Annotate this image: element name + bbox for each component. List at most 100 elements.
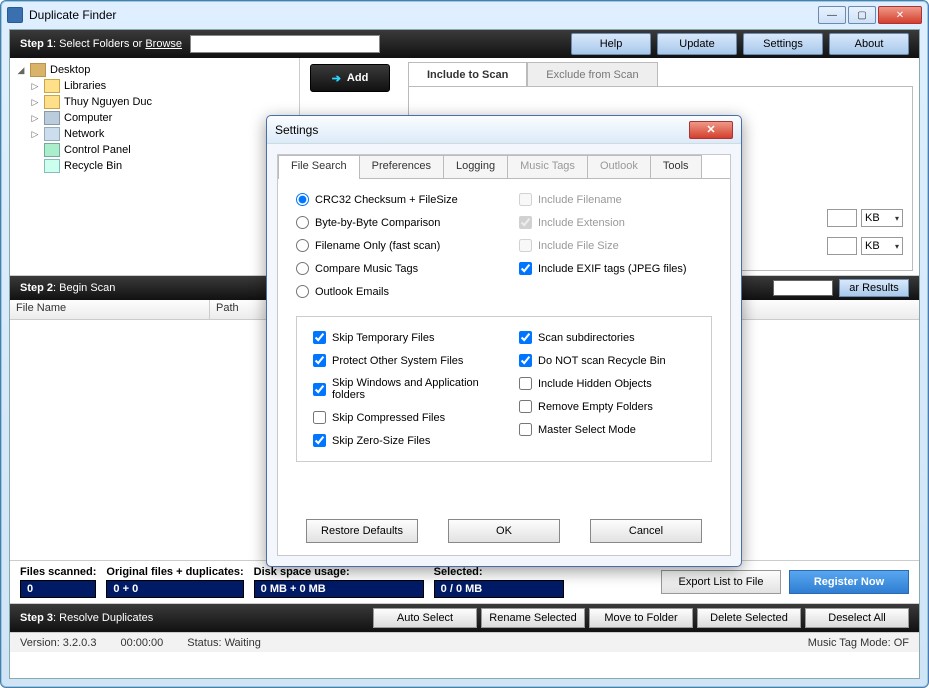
size-min-unit[interactable]: KB [861, 209, 903, 227]
stat-sel-value: 0 / 0 MB [434, 580, 564, 598]
folder-tree[interactable]: ◢Desktop ▷Libraries ▷Thuy Nguyen Duc ▷Co… [10, 58, 300, 275]
stat-scanned-value: 0 [20, 580, 96, 598]
main-window: Duplicate Finder — ▢ ✕ Step 1: Select Fo… [0, 0, 929, 688]
check-remove-empty[interactable]: Remove Empty Folders [519, 400, 695, 413]
control-panel-icon [44, 143, 60, 157]
browse-link[interactable]: Browse [145, 38, 182, 50]
app-title: Duplicate Finder [29, 8, 116, 22]
auto-select-button[interactable]: Auto Select [373, 608, 477, 628]
dialog-tabs: File Search Preferences Logging Music Ta… [278, 155, 730, 179]
dialog-content: CRC32 Checksum + FileSize Byte-by-Byte C… [278, 178, 730, 555]
move-to-folder-button[interactable]: Move to Folder [589, 608, 693, 628]
recycle-bin-icon [44, 159, 60, 173]
close-button[interactable]: ✕ [878, 6, 922, 24]
add-folder-button[interactable]: Add [310, 64, 390, 92]
ok-button[interactable]: OK [448, 519, 560, 543]
scan-progress-box [773, 280, 833, 296]
status-time: 00:00:00 [120, 637, 163, 649]
status-state: Status: Waiting [187, 637, 261, 649]
col-filename[interactable]: File Name [10, 300, 210, 319]
check-master-select[interactable]: Master Select Mode [519, 423, 695, 436]
tab-file-search[interactable]: File Search [278, 155, 360, 179]
restore-defaults-button[interactable]: Restore Defaults [306, 519, 418, 543]
cancel-button[interactable]: Cancel [590, 519, 702, 543]
deselect-all-button[interactable]: Deselect All [805, 608, 909, 628]
tab-tools[interactable]: Tools [650, 155, 702, 179]
check-hidden[interactable]: Include Hidden Objects [519, 377, 695, 390]
dialog-title: Settings [275, 123, 318, 137]
tree-item-user[interactable]: ▷Thuy Nguyen Duc [30, 94, 293, 110]
tree-item-libraries[interactable]: ▷Libraries [30, 78, 293, 94]
tab-preferences[interactable]: Preferences [359, 155, 444, 179]
step3-bar: Step 3: Resolve Duplicates Auto Select R… [10, 604, 919, 632]
tab-logging[interactable]: Logging [443, 155, 508, 179]
tree-item-computer[interactable]: ▷Computer [30, 110, 293, 126]
tab-exclude-scan[interactable]: Exclude from Scan [527, 62, 657, 88]
tree-item-recycle-bin[interactable]: Recycle Bin [30, 158, 293, 174]
rename-selected-button[interactable]: Rename Selected [481, 608, 585, 628]
settings-button[interactable]: Settings [743, 33, 823, 55]
check-skip-windows[interactable]: Skip Windows and Application folders [313, 377, 489, 401]
folder-icon [44, 95, 60, 109]
folder-icon [44, 79, 60, 93]
tree-item-control-panel[interactable]: Control Panel [30, 142, 293, 158]
step1-label: Step 1: Select Folders or Browse [20, 38, 182, 50]
help-button[interactable]: Help [571, 33, 651, 55]
check-no-recycle[interactable]: Do NOT scan Recycle Bin [519, 354, 695, 367]
dialog-body: File Search Preferences Logging Music Ta… [277, 154, 731, 556]
status-version: Version: 3.2.0.3 [20, 637, 96, 649]
settings-dialog: Settings ✕ File Search Preferences Loggi… [266, 115, 742, 567]
check-protect-system[interactable]: Protect Other System Files [313, 354, 489, 367]
check-include-filesize[interactable]: Include File Size [519, 239, 712, 252]
tree-root[interactable]: ◢Desktop [16, 62, 293, 78]
radio-outlook[interactable]: Outlook Emails [296, 285, 489, 298]
clear-results-button[interactable]: ar Results [839, 279, 909, 297]
radio-byte[interactable]: Byte-by-Byte Comparison [296, 216, 489, 229]
app-icon [7, 7, 23, 23]
step1-bar: Step 1: Select Folders or Browse Help Up… [10, 30, 919, 58]
check-scan-subdirs[interactable]: Scan subdirectories [519, 331, 695, 344]
stat-disk-value: 0 MB + 0 MB [254, 580, 424, 598]
about-button[interactable]: About [829, 33, 909, 55]
options-group: Skip Temporary Files Protect Other Syste… [296, 316, 712, 462]
step3-label: Step 3: Resolve Duplicates [20, 612, 153, 624]
radio-music[interactable]: Compare Music Tags [296, 262, 489, 275]
export-list-button[interactable]: Export List to File [661, 570, 781, 594]
update-button[interactable]: Update [657, 33, 737, 55]
step2-label: Step 2: Begin Scan [20, 282, 115, 294]
delete-selected-button[interactable]: Delete Selected [697, 608, 801, 628]
tab-outlook[interactable]: Outlook [587, 155, 651, 179]
radio-filename[interactable]: Filename Only (fast scan) [296, 239, 489, 252]
check-include-filename[interactable]: Include Filename [519, 193, 712, 206]
network-icon [44, 127, 60, 141]
register-now-button[interactable]: Register Now [789, 570, 909, 594]
size-max-unit[interactable]: KB [861, 237, 903, 255]
stat-sel-label: Selected: [434, 566, 564, 578]
minimize-button[interactable]: — [818, 6, 846, 24]
tab-include-scan[interactable]: Include to Scan [408, 62, 527, 88]
desktop-icon [30, 63, 46, 77]
stat-orig-value: 0 + 0 [106, 580, 243, 598]
titlebar: Duplicate Finder — ▢ ✕ [1, 1, 928, 29]
check-skip-compressed[interactable]: Skip Compressed Files [313, 411, 489, 424]
check-skip-zero[interactable]: Skip Zero-Size Files [313, 434, 489, 447]
folder-path-input[interactable] [190, 35, 380, 53]
stat-scanned-label: Files scanned: [20, 566, 96, 578]
check-include-exif[interactable]: Include EXIF tags (JPEG files) [519, 262, 712, 275]
radio-crc32[interactable]: CRC32 Checksum + FileSize [296, 193, 489, 206]
dialog-titlebar: Settings ✕ [267, 116, 741, 144]
size-min-input[interactable] [827, 209, 857, 227]
status-music-mode: Music Tag Mode: OF [808, 637, 909, 649]
check-skip-temp[interactable]: Skip Temporary Files [313, 331, 489, 344]
dialog-close-button[interactable]: ✕ [689, 121, 733, 139]
check-include-extension[interactable]: Include Extension [519, 216, 712, 229]
status-bar: Version: 3.2.0.3 00:00:00 Status: Waitin… [10, 632, 919, 652]
maximize-button[interactable]: ▢ [848, 6, 876, 24]
size-max-input[interactable] [827, 237, 857, 255]
tab-music-tags[interactable]: Music Tags [507, 155, 588, 179]
stat-orig-label: Original files + duplicates: [106, 566, 243, 578]
tree-item-network[interactable]: ▷Network [30, 126, 293, 142]
computer-icon [44, 111, 60, 125]
size-min-row: KB [827, 208, 903, 228]
stat-disk-label: Disk space usage: [254, 566, 424, 578]
